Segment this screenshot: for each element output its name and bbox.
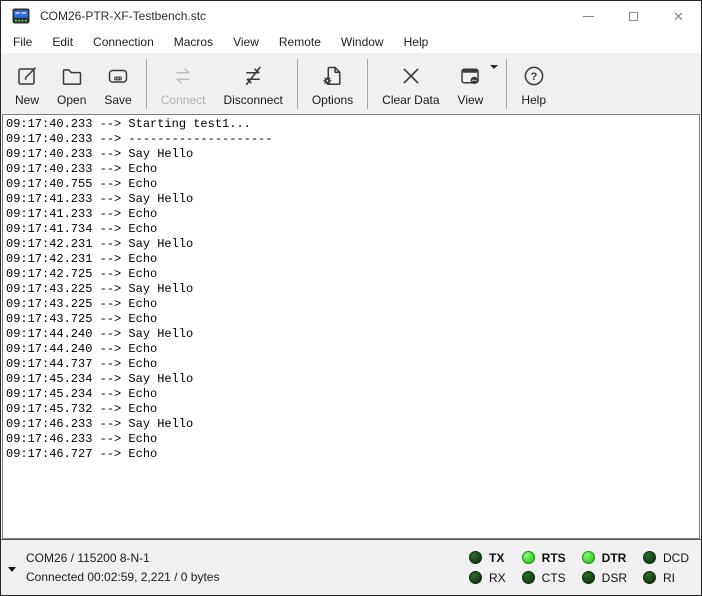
help-button[interactable]: ? Help <box>512 56 555 112</box>
status-indicator: RI <box>643 571 689 585</box>
options-gear-page-icon <box>320 62 344 89</box>
status-indicator: TX <box>469 551 506 565</box>
log-line: 09:17:43.725 --> Echo <box>6 312 699 327</box>
log-line: 09:17:41.734 --> Echo <box>6 222 699 237</box>
menu-item-edit[interactable]: Edit <box>42 32 83 52</box>
menu-item-macros[interactable]: Macros <box>164 32 223 52</box>
log-line: 09:17:40.233 --> Starting test1... <box>6 117 699 132</box>
status-indicator: DCD <box>643 551 689 565</box>
maximize-icon <box>629 12 638 21</box>
indicator-label: DSR <box>602 571 627 585</box>
log-line: 09:17:46.233 --> Echo <box>6 432 699 447</box>
maximize-button[interactable] <box>611 1 656 31</box>
status-dropdown-icon[interactable] <box>8 567 16 572</box>
indicator-label: RTS <box>542 551 566 565</box>
log-line: 09:17:44.737 --> Echo <box>6 357 699 372</box>
toolbar-separator <box>367 59 368 109</box>
log-output[interactable]: 09:17:40.233 --> Starting test1...09:17:… <box>2 114 700 539</box>
window-controls: ✕ <box>566 1 701 31</box>
toolbar-separator <box>506 59 507 109</box>
led-icon <box>582 551 595 564</box>
save-button[interactable]: Save <box>95 56 140 112</box>
close-icon: ✕ <box>673 10 684 23</box>
log-line: 09:17:40.755 --> Echo <box>6 177 699 192</box>
led-icon <box>643 571 656 584</box>
options-button[interactable]: Options <box>303 56 362 112</box>
status-indicator: CTS <box>522 571 566 585</box>
log-line: 09:17:44.240 --> Echo <box>6 342 699 357</box>
led-icon <box>522 571 535 584</box>
status-indicator: RX <box>469 571 506 585</box>
app-icon <box>12 8 30 24</box>
statusbar: COM26 / 115200 8-N-1 Connected 00:02:59,… <box>1 539 701 595</box>
clear-data-button[interactable]: Clear Data <box>373 56 448 112</box>
minimize-button[interactable] <box>566 1 611 31</box>
status-text: COM26 / 115200 8-N-1 Connected 00:02:59,… <box>26 549 219 587</box>
open-button[interactable]: Open <box>48 56 95 112</box>
led-icon <box>582 571 595 584</box>
menu-item-view[interactable]: View <box>223 32 269 52</box>
indicator-label: DCD <box>663 551 689 565</box>
indicator-label: DTR <box>602 551 627 565</box>
log-line: 09:17:41.233 --> Say Hello <box>6 192 699 207</box>
menu-item-help[interactable]: Help <box>394 32 439 52</box>
indicator-label: CTS <box>542 571 566 585</box>
chevron-down-icon <box>490 65 498 69</box>
connect-button: Connect <box>152 56 215 112</box>
indicator-label: TX <box>489 551 504 565</box>
menu-item-connection[interactable]: Connection <box>83 32 164 52</box>
indicator-label: RI <box>663 571 675 585</box>
log-line: 09:17:43.225 --> Say Hello <box>6 282 699 297</box>
log-line: 09:17:40.233 --> Echo <box>6 162 699 177</box>
toolbar-separator <box>146 59 147 109</box>
view-window-icon <box>458 62 482 89</box>
status-port-line: COM26 / 115200 8-N-1 <box>26 549 219 568</box>
save-drive-icon <box>106 62 130 89</box>
app-window: COM26-PTR-XF-Testbench.stc ✕ File Edit C… <box>0 0 702 596</box>
connect-arrows-icon <box>171 62 195 89</box>
log-line: 09:17:40.233 --> Say Hello <box>6 147 699 162</box>
help-circle-icon: ? <box>522 62 546 89</box>
log-line: 09:17:40.233 --> -------------------- <box>6 132 699 147</box>
log-line: 09:17:42.231 --> Echo <box>6 252 699 267</box>
titlebar[interactable]: COM26-PTR-XF-Testbench.stc ✕ <box>1 1 701 31</box>
log-line: 09:17:45.234 --> Say Hello <box>6 372 699 387</box>
disconnect-arrows-icon <box>241 62 265 89</box>
window-title: COM26-PTR-XF-Testbench.stc <box>40 9 566 23</box>
log-line: 09:17:43.225 --> Echo <box>6 297 699 312</box>
status-indicator: DTR <box>582 551 627 565</box>
log-line: 09:17:46.727 --> Echo <box>6 447 699 462</box>
modem-status-indicators: TX RX RTS CTS DTR DSR <box>469 548 689 588</box>
toolbar-separator <box>297 59 298 109</box>
minimize-icon <box>583 16 594 17</box>
log-line: 09:17:42.725 --> Echo <box>6 267 699 282</box>
svg-text:?: ? <box>530 70 537 82</box>
status-connection-line: Connected 00:02:59, 2,221 / 0 bytes <box>26 568 219 587</box>
log-line: 09:17:44.240 --> Say Hello <box>6 327 699 342</box>
log-line: 09:17:41.233 --> Echo <box>6 207 699 222</box>
led-icon <box>522 551 535 564</box>
menu-item-file[interactable]: File <box>3 32 42 52</box>
close-button[interactable]: ✕ <box>656 1 701 31</box>
status-indicator: DSR <box>582 571 627 585</box>
log-line: 09:17:42.231 --> Say Hello <box>6 237 699 252</box>
indicator-label: RX <box>489 571 506 585</box>
open-folder-icon <box>60 62 84 89</box>
led-icon <box>643 551 656 564</box>
new-file-icon <box>15 62 39 89</box>
toolbar: New Open Save <box>1 53 701 114</box>
menu-item-window[interactable]: Window <box>331 32 394 52</box>
led-icon <box>469 571 482 584</box>
led-icon <box>469 551 482 564</box>
view-button[interactable]: View <box>449 56 502 112</box>
status-indicator: RTS <box>522 551 566 565</box>
log-line: 09:17:45.732 --> Echo <box>6 402 699 417</box>
log-line: 09:17:46.233 --> Say Hello <box>6 417 699 432</box>
clear-x-icon <box>399 62 423 89</box>
new-button[interactable]: New <box>6 56 48 112</box>
disconnect-button[interactable]: Disconnect <box>214 56 291 112</box>
menubar: File Edit Connection Macros View Remote … <box>1 31 701 53</box>
menu-item-remote[interactable]: Remote <box>269 32 331 52</box>
log-line: 09:17:45.234 --> Echo <box>6 387 699 402</box>
